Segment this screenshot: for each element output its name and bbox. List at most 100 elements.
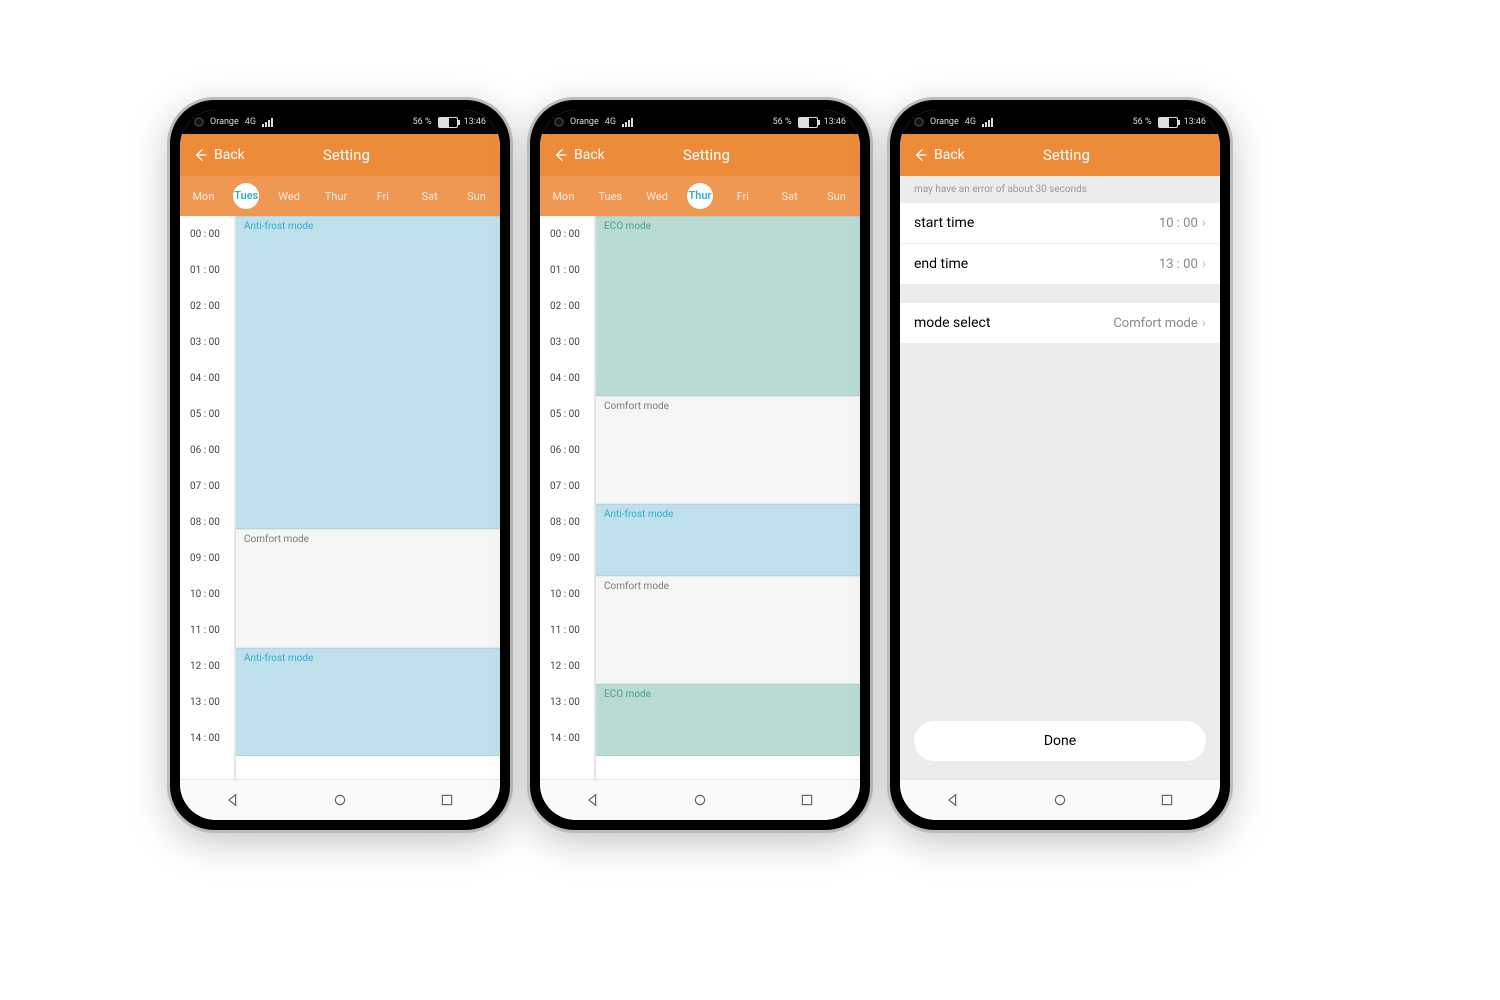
- row-value: 10 : 00: [1159, 216, 1198, 231]
- schedule-block-antifrost[interactable]: Anti-frost mode: [236, 216, 500, 529]
- chevron-right-icon: ›: [1202, 256, 1206, 272]
- day-tab-fri[interactable]: Fri: [726, 190, 760, 203]
- nav-back-icon[interactable]: [585, 792, 601, 808]
- schedule-block-comfort[interactable]: Comfort mode: [236, 529, 500, 648]
- day-tab-mon[interactable]: Mon: [186, 190, 220, 203]
- hour-label: 02 : 00: [180, 288, 234, 324]
- nav-back-icon[interactable]: [225, 792, 241, 808]
- hour-label: 10 : 00: [540, 576, 594, 612]
- row-value: 13 : 00: [1159, 257, 1198, 272]
- chevron-right-icon: ›: [1202, 315, 1206, 331]
- end-time-row[interactable]: end time 13 : 00 ›: [900, 244, 1220, 285]
- hour-label: 09 : 00: [180, 540, 234, 576]
- day-tab-sun[interactable]: Sun: [459, 190, 493, 203]
- battery-icon: [798, 117, 818, 128]
- hour-label: 09 : 00: [540, 540, 594, 576]
- nav-recent-icon[interactable]: [439, 792, 455, 808]
- hour-label: 07 : 00: [540, 468, 594, 504]
- day-tab-mon[interactable]: Mon: [546, 190, 580, 203]
- nav-recent-icon[interactable]: [799, 792, 815, 808]
- front-camera-icon: [194, 117, 204, 127]
- mode-select-row[interactable]: mode select Comfort mode ›: [900, 303, 1220, 344]
- page-title: Setting: [925, 146, 1208, 164]
- day-tab-fri[interactable]: Fri: [366, 190, 400, 203]
- status-time: 13:46: [1184, 117, 1206, 127]
- signal-icon: [262, 118, 273, 127]
- hour-label: 05 : 00: [180, 396, 234, 432]
- day-tab-sat[interactable]: Sat: [773, 190, 807, 203]
- schedule-block-antifrost[interactable]: Anti-frost mode: [236, 648, 500, 756]
- network-label: 4G: [605, 117, 616, 127]
- day-tab-wed[interactable]: Wed: [272, 190, 306, 203]
- day-schedule[interactable]: 00 : 0001 : 0002 : 0003 : 0004 : 0005 : …: [180, 216, 500, 779]
- battery-icon: [438, 117, 458, 128]
- hour-label: 06 : 00: [540, 432, 594, 468]
- schedule-block-antifrost[interactable]: Anti-frost mode: [596, 504, 860, 576]
- hour-label: 06 : 00: [180, 432, 234, 468]
- schedule-block-comfort[interactable]: Comfort mode: [596, 576, 860, 684]
- schedule-block-label: Anti-frost mode: [604, 509, 673, 520]
- signal-icon: [622, 118, 633, 127]
- day-tab-tues[interactable]: Tues: [593, 190, 627, 203]
- hour-label: 10 : 00: [180, 576, 234, 612]
- hour-label: 11 : 00: [540, 612, 594, 648]
- page-title: Setting: [565, 146, 848, 164]
- day-tab-thur[interactable]: Thur: [687, 183, 713, 209]
- page-title: Setting: [205, 146, 488, 164]
- row-label: mode select: [914, 315, 990, 331]
- hour-label: 08 : 00: [180, 504, 234, 540]
- schedule-block-label: Comfort mode: [604, 401, 669, 412]
- nav-home-icon[interactable]: [692, 792, 708, 808]
- android-nav-bar: [900, 779, 1220, 820]
- hour-label: 13 : 00: [540, 684, 594, 720]
- day-tabs: Mon Tues Wed Thur Fri Sat Sun: [540, 176, 860, 216]
- hour-label: 11 : 00: [180, 612, 234, 648]
- schedule-block-eco[interactable]: ECO mode: [596, 684, 860, 756]
- app-header: Back Setting: [540, 134, 860, 176]
- done-button[interactable]: Done: [914, 721, 1206, 761]
- hour-label: 04 : 00: [180, 360, 234, 396]
- hour-label: 12 : 00: [540, 648, 594, 684]
- nav-home-icon[interactable]: [1052, 792, 1068, 808]
- app-header: Back Setting: [180, 134, 500, 176]
- carrier-label: Orange: [930, 117, 959, 127]
- nav-home-icon[interactable]: [332, 792, 348, 808]
- hour-label: 03 : 00: [540, 324, 594, 360]
- schedule-block-label: Anti-frost mode: [244, 221, 313, 232]
- schedule-block-comfort[interactable]: Comfort mode: [596, 396, 860, 504]
- schedule-block-label: Comfort mode: [244, 534, 309, 545]
- status-bar: Orange 4G 56 % 13:46: [900, 110, 1220, 134]
- hour-label: 00 : 00: [540, 216, 594, 252]
- schedule-block-label: Anti-frost mode: [244, 653, 313, 664]
- network-label: 4G: [245, 117, 256, 127]
- status-bar: Orange 4G 56 % 13:46: [540, 110, 860, 134]
- status-time: 13:46: [824, 117, 846, 127]
- day-tab-tues[interactable]: Tues: [233, 183, 259, 209]
- schedule-block-label: ECO mode: [604, 689, 651, 700]
- schedule-block-label: ECO mode: [604, 221, 651, 232]
- schedule-block-label: Comfort mode: [604, 581, 669, 592]
- day-tab-sat[interactable]: Sat: [413, 190, 447, 203]
- phone-3: Orange 4G 56 % 13:46 Back Setting ma: [890, 100, 1230, 830]
- app-header: Back Setting: [900, 134, 1220, 176]
- start-time-row[interactable]: start time 10 : 00 ›: [900, 203, 1220, 244]
- day-schedule[interactable]: 00 : 0001 : 0002 : 0003 : 0004 : 0005 : …: [540, 216, 860, 779]
- day-tab-sun[interactable]: Sun: [819, 190, 853, 203]
- android-nav-bar: [540, 779, 860, 820]
- battery-percent: 56 %: [773, 117, 792, 127]
- android-nav-bar: [180, 779, 500, 820]
- nav-recent-icon[interactable]: [1159, 792, 1175, 808]
- hour-label: 14 : 00: [180, 720, 234, 756]
- network-label: 4G: [965, 117, 976, 127]
- day-tab-thur[interactable]: Thur: [319, 190, 353, 203]
- hour-label: 05 : 00: [540, 396, 594, 432]
- schedule-block-eco[interactable]: ECO mode: [596, 216, 860, 396]
- day-tab-wed[interactable]: Wed: [640, 190, 674, 203]
- nav-back-icon[interactable]: [945, 792, 961, 808]
- hour-label: 01 : 00: [540, 252, 594, 288]
- phone-1: Orange 4G 56 % 13:46 Back Setting MonTue…: [170, 100, 510, 830]
- battery-icon: [1158, 117, 1178, 128]
- row-label: start time: [914, 215, 974, 231]
- hour-label: 13 : 00: [180, 684, 234, 720]
- battery-percent: 56 %: [413, 117, 432, 127]
